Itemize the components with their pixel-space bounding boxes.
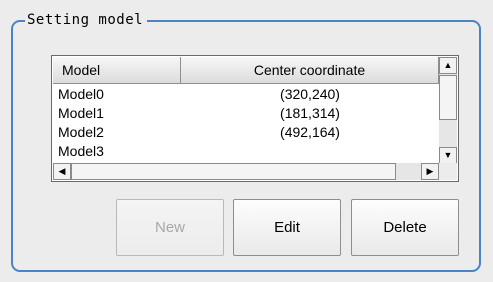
row-center-coordinate: (181,314) [280, 105, 340, 121]
list-row[interactable]: Model2 (492,164) [53, 123, 439, 142]
row-model-name: Model0 [58, 86, 104, 102]
list-row[interactable]: Model1 (181,314) [53, 104, 439, 123]
scroll-down-arrow-icon[interactable]: ▼ [439, 147, 457, 164]
row-center-coordinate: (492,164) [280, 124, 340, 140]
edit-button[interactable]: Edit [233, 199, 341, 256]
list-header: Model Center coordinate [53, 57, 439, 84]
row-model-name: Model3 [58, 143, 104, 159]
row-center-coordinate [181, 142, 439, 161]
vertical-scrollbar[interactable]: ▲ ▼ [439, 57, 457, 164]
horizontal-scrollbar[interactable]: ◀ ▶ [53, 163, 439, 180]
list-rows: Model0 (320,240) Model1 (181,314) Model2… [53, 85, 439, 163]
group-title: Setting model [25, 12, 148, 28]
delete-button[interactable]: Delete [351, 199, 459, 256]
scroll-up-arrow-icon[interactable]: ▲ [439, 57, 457, 74]
horizontal-scroll-thumb[interactable] [71, 163, 396, 180]
column-header-model[interactable]: Model [53, 57, 181, 84]
row-model-name: Model2 [58, 124, 104, 140]
vertical-scroll-thumb[interactable] [439, 75, 457, 120]
row-model-name: Model1 [58, 105, 104, 121]
column-header-center-coordinate[interactable]: Center coordinate [181, 57, 439, 84]
model-list[interactable]: Model Center coordinate Model0 (320,240)… [51, 55, 459, 182]
row-center-coordinate: (320,240) [280, 86, 340, 102]
list-row[interactable]: Model3 [53, 142, 439, 161]
scroll-right-arrow-icon[interactable]: ▶ [421, 163, 439, 180]
scrollbar-corner [439, 163, 457, 180]
scroll-left-arrow-icon[interactable]: ◀ [53, 163, 71, 180]
list-row[interactable]: Model0 (320,240) [53, 85, 439, 104]
new-button[interactable]: New [116, 199, 224, 256]
